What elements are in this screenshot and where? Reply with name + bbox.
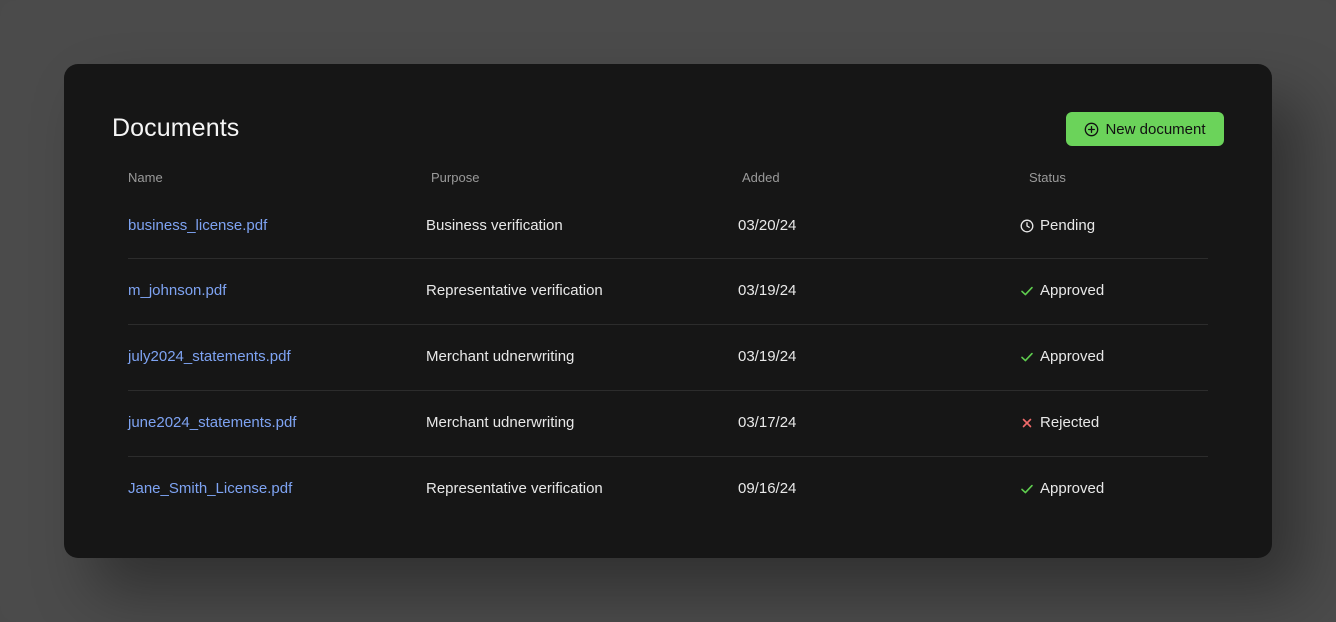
document-name-link[interactable]: business_license.pdf [128, 217, 267, 234]
page-background: Documents New document Name Purpose Adde… [0, 0, 1336, 622]
x-icon [1020, 416, 1034, 430]
document-name-link[interactable]: june2024_statements.pdf [128, 414, 296, 431]
document-name-link[interactable]: Jane_Smith_License.pdf [128, 480, 292, 497]
status-label: Rejected [1040, 414, 1100, 431]
check-icon [1020, 482, 1034, 496]
status-label: Approved [1040, 480, 1105, 497]
status-label: Approved [1040, 348, 1105, 365]
document-name-link[interactable]: july2024_statements.pdf [128, 348, 291, 365]
document-added-date: 03/20/24 [738, 217, 797, 234]
table-body: business_license.pdf Business verificati… [128, 194, 1208, 522]
check-icon [1020, 350, 1034, 364]
column-header-name[interactable]: Name [128, 170, 163, 185]
table-row[interactable]: m_johnson.pdf Representative verificatio… [128, 259, 1208, 325]
check-icon [1020, 284, 1034, 298]
status-badge: Pending [1020, 217, 1095, 234]
page-title: Documents [112, 114, 240, 142]
status-badge: Approved [1020, 282, 1104, 299]
document-purpose: Representative verification [426, 480, 603, 497]
status-badge: Approved [1020, 348, 1104, 365]
column-header-added[interactable]: Added [742, 170, 780, 185]
table-row[interactable]: business_license.pdf Business verificati… [128, 194, 1208, 259]
table-header: Name Purpose Added Status [128, 168, 1208, 194]
status-label: Approved [1040, 282, 1105, 299]
documents-table: Name Purpose Added Status business_licen… [128, 168, 1208, 522]
status-badge: Approved [1020, 480, 1104, 497]
document-purpose: Merchant udnerwriting [426, 414, 575, 431]
table-row[interactable]: july2024_statements.pdf Merchant udnerwr… [128, 325, 1208, 391]
status-badge: Rejected [1020, 414, 1099, 431]
document-added-date: 03/19/24 [738, 348, 797, 365]
document-added-date: 03/19/24 [738, 282, 797, 299]
document-purpose: Representative verification [426, 282, 603, 299]
table-row[interactable]: june2024_statements.pdf Merchant udnerwr… [128, 391, 1208, 457]
document-added-date: 09/16/24 [738, 480, 797, 497]
document-purpose: Business verification [426, 217, 563, 234]
new-document-label: New document [1105, 120, 1206, 138]
document-added-date: 03/17/24 [738, 414, 797, 431]
status-label: Pending [1040, 217, 1096, 234]
column-header-status[interactable]: Status [1029, 170, 1066, 185]
documents-card: Documents New document Name Purpose Adde… [64, 64, 1272, 558]
new-document-button[interactable]: New document [1066, 112, 1224, 146]
clock-icon [1020, 219, 1034, 233]
document-purpose: Merchant udnerwriting [426, 348, 575, 365]
document-name-link[interactable]: m_johnson.pdf [128, 282, 226, 299]
plus-circle-icon [1084, 122, 1099, 137]
table-row[interactable]: Jane_Smith_License.pdf Representative ve… [128, 457, 1208, 522]
column-header-purpose[interactable]: Purpose [431, 170, 479, 185]
